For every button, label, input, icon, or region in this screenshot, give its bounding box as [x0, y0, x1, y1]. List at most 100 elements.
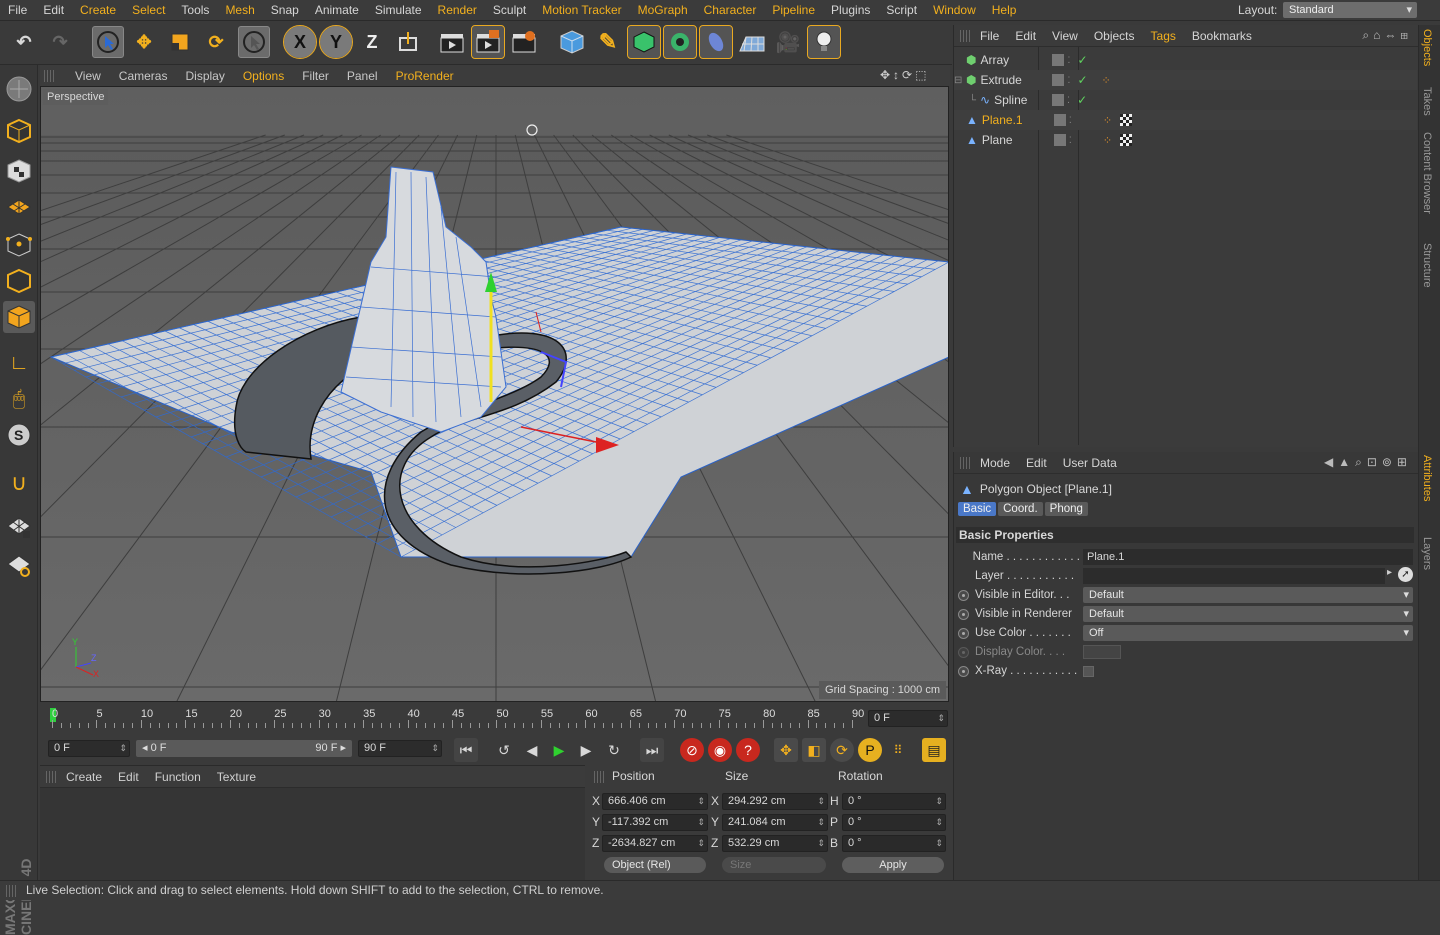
object-name[interactable]: Spline [994, 93, 1040, 107]
floor-icon[interactable] [736, 26, 768, 58]
tree-expander-icon[interactable]: ⊟ [954, 75, 962, 86]
animate-radio-icon[interactable] [958, 647, 969, 658]
camera-icon[interactable]: 🎥 [772, 26, 804, 58]
layer-icon[interactable] [1052, 54, 1064, 66]
phong-tag-icon[interactable]: ⁘ [1101, 74, 1110, 87]
viewport-menu-panel[interactable]: Panel [338, 69, 387, 83]
rotate-tool-icon[interactable]: ⟳ [200, 26, 232, 58]
position-z-field[interactable]: -2634.827 cm [602, 835, 708, 852]
play-forward-icon[interactable]: ▶ [547, 738, 571, 762]
animate-radio-icon[interactable] [958, 590, 969, 601]
objects-search-icons[interactable]: ⌕⌂⇔⊞ [1362, 28, 1412, 43]
key-parameter-icon[interactable]: P [858, 738, 882, 762]
timeline-window-icon[interactable]: ▤ [922, 738, 946, 762]
layer-arrow-icon[interactable]: ▸ [1387, 567, 1392, 578]
visibility-dots-icon[interactable]: ⁚ [1067, 57, 1077, 64]
light-icon[interactable] [808, 26, 840, 58]
menu-render[interactable]: Render [430, 3, 485, 17]
viewport-menu-prorender[interactable]: ProRender [387, 69, 463, 83]
object-row[interactable]: ⬢Array⁚✓ [954, 50, 1417, 70]
viewport-scene[interactable]: Y Z X [41, 87, 949, 702]
model-mode-icon[interactable] [3, 115, 35, 147]
record-keys-icon[interactable]: ⊘ [680, 738, 704, 762]
object-name[interactable]: Plane.1 [982, 113, 1042, 127]
animate-radio-icon[interactable] [958, 609, 969, 620]
position-x-field[interactable]: 666.406 cm [602, 793, 708, 810]
coordinate-system-icon[interactable] [392, 26, 424, 58]
display-color-swatch[interactable] [1083, 645, 1121, 659]
next-frame-icon[interactable]: ▶ [574, 738, 598, 762]
objects-menu-objects[interactable]: Objects [1086, 29, 1143, 43]
key-rotation-icon[interactable]: ⟳ [830, 738, 854, 762]
enabled-check-icon[interactable]: ✓ [1077, 53, 1091, 67]
viewport-nav-icons[interactable]: ✥↕⟳⬚ [880, 68, 929, 82]
menu-file[interactable]: File [0, 3, 35, 17]
planar-workplane-icon[interactable] [3, 549, 35, 581]
menu-create[interactable]: Create [72, 3, 124, 17]
spline-pen-icon[interactable]: ✎ [592, 26, 624, 58]
objects-menu-edit[interactable]: Edit [1007, 29, 1044, 43]
viewport-menu-cameras[interactable]: Cameras [110, 69, 177, 83]
move-tool-icon[interactable]: ✥ [128, 26, 160, 58]
keyframe-selection-icon[interactable]: ? [736, 738, 760, 762]
tweak-mode-icon[interactable]: 🖱 [3, 383, 35, 415]
object-row[interactable]: ⊟⬢Extrude⁚✓⁘ [954, 70, 1417, 90]
side-tab-layers[interactable]: Layers [1421, 537, 1433, 570]
apply-button[interactable]: Apply [842, 857, 944, 873]
name-field[interactable]: Plane.1 [1083, 549, 1413, 565]
object-name[interactable]: Extrude [980, 73, 1040, 87]
menu-script[interactable]: Script [878, 3, 925, 17]
side-tab-structure[interactable]: Structure [1421, 243, 1433, 288]
enabled-check-icon[interactable]: ✓ [1077, 93, 1091, 107]
objects-menu-view[interactable]: View [1044, 29, 1086, 43]
go-to-start-icon[interactable]: ⏮ [454, 738, 478, 762]
visibility-dots-icon[interactable]: ⁚ [1067, 77, 1077, 84]
size-y-field[interactable]: 241.084 cm [722, 814, 828, 831]
make-editable-icon[interactable] [3, 73, 35, 105]
rotation-p-field[interactable]: 0 ° [842, 814, 946, 831]
undo-icon[interactable]: ↶ [8, 26, 40, 58]
material-manager[interactable]: CreateEditFunctionTexture [40, 765, 585, 880]
menu-mograph[interactable]: MoGraph [630, 3, 696, 17]
start-frame-field[interactable]: 0 F [48, 740, 130, 757]
position-y-field[interactable]: -117.392 cm [602, 814, 708, 831]
side-tab-content-browser[interactable]: Content Browser [1421, 132, 1433, 214]
menu-tools[interactable]: Tools [173, 3, 217, 17]
material-menu-function[interactable]: Function [147, 770, 209, 784]
attribute-dropdown[interactable]: Default [1083, 606, 1413, 622]
menu-animate[interactable]: Animate [307, 3, 367, 17]
deformer-icon[interactable] [700, 26, 732, 58]
visibility-dots-icon[interactable]: ⁚ [1069, 117, 1079, 124]
objects-menu-bookmarks[interactable]: Bookmarks [1184, 29, 1260, 43]
object-row[interactable]: ▲Plane.1⁚⁘ [954, 110, 1417, 130]
coordinate-mode-select[interactable]: Object (Rel) [604, 857, 706, 873]
animate-radio-icon[interactable] [958, 628, 969, 639]
material-menu-create[interactable]: Create [58, 770, 110, 784]
material-menu-texture[interactable]: Texture [209, 770, 264, 784]
menu-window[interactable]: Window [925, 3, 984, 17]
key-position-icon[interactable]: ✥ [774, 738, 798, 762]
subdivision-icon[interactable] [628, 26, 660, 58]
workplane-icon[interactable] [3, 191, 35, 223]
points-mode-icon[interactable] [3, 229, 35, 261]
cube-primitive-icon[interactable] [556, 26, 588, 58]
layer-icon[interactable] [1052, 94, 1064, 106]
render-region-icon[interactable] [472, 26, 504, 58]
animate-radio-icon[interactable] [958, 666, 969, 677]
recent-tool-icon[interactable] [238, 26, 270, 58]
attribute-dropdown[interactable]: Default [1083, 587, 1413, 603]
render-view-icon[interactable] [436, 26, 468, 58]
x-axis-lock-icon[interactable]: X [284, 26, 316, 58]
texture-mode-icon[interactable] [3, 155, 35, 187]
menu-plugins[interactable]: Plugins [823, 3, 878, 17]
attributes-menu-mode[interactable]: Mode [972, 456, 1018, 470]
auto-keying-icon[interactable]: ◉ [708, 738, 732, 762]
attribute-dropdown[interactable]: Off [1083, 625, 1413, 641]
layout-select[interactable]: Standard [1283, 2, 1417, 18]
objects-menu-tags[interactable]: Tags [1143, 29, 1184, 43]
timeline-ruler[interactable]: 051015202530354045505560657075808590 0 F [40, 703, 950, 733]
end-frame-field[interactable]: 90 F [358, 740, 442, 757]
layer-pick-icon[interactable]: ➚ [1398, 567, 1413, 582]
tree-branch-icon[interactable]: └ [954, 95, 976, 106]
layer-icon[interactable] [1054, 114, 1066, 126]
